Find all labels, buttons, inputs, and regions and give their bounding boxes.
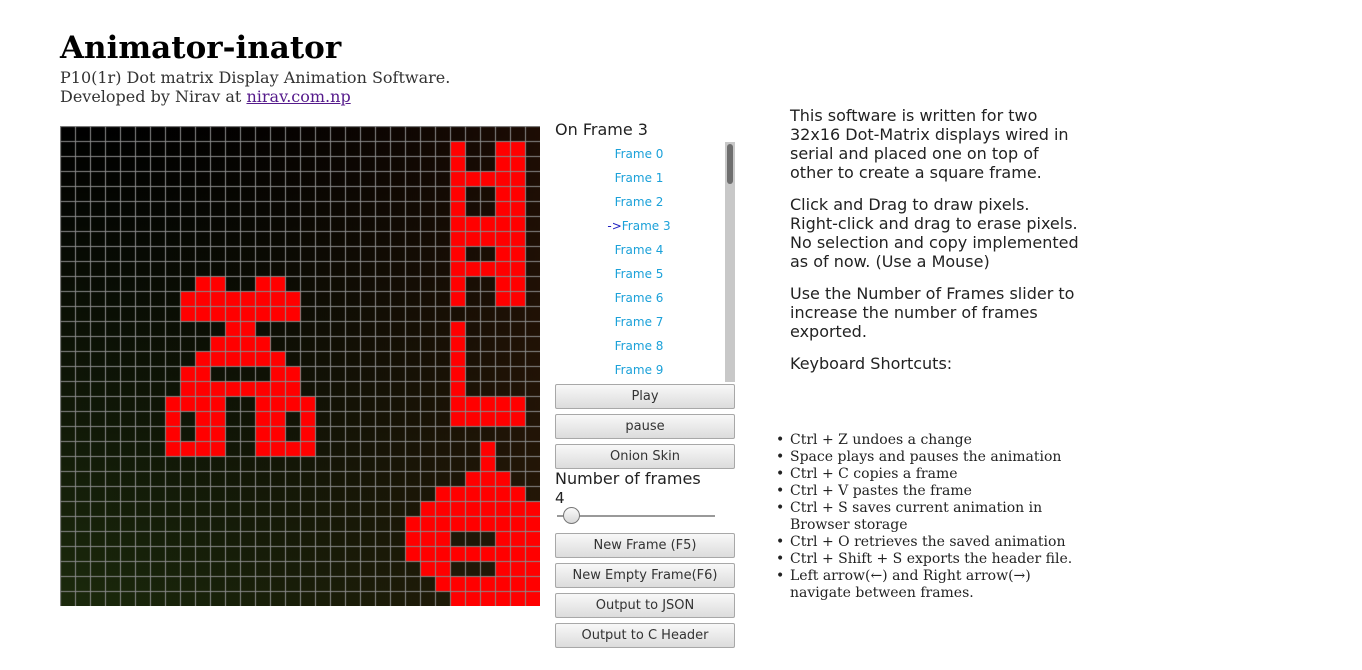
developer-link[interactable]: nirav.com.np bbox=[246, 87, 350, 106]
number-of-frames-slider[interactable] bbox=[557, 507, 717, 527]
new-empty-frame-button[interactable]: New Empty Frame(F6) bbox=[555, 563, 735, 588]
frame-list-item[interactable]: Frame 7 bbox=[555, 310, 723, 334]
frame-label: Frame 5 bbox=[614, 267, 664, 281]
dot-matrix-canvas[interactable] bbox=[60, 126, 540, 606]
shortcut-item: Ctrl + Shift + S exports the header file… bbox=[776, 551, 1086, 568]
frame-list-item[interactable]: Frame 5 bbox=[555, 262, 723, 286]
shortcuts-heading: Keyboard Shortcuts: bbox=[790, 354, 953, 373]
slider-track[interactable] bbox=[557, 515, 715, 517]
frame-list-scrollbar[interactable] bbox=[725, 142, 735, 382]
page-subtitle: P10(1r) Dot matrix Display Animation Sof… bbox=[60, 68, 451, 87]
frame-label: Frame 6 bbox=[614, 291, 664, 305]
number-of-frames-label: Number of frames bbox=[555, 469, 701, 488]
frame-list-container: Frame 0 Frame 1 Frame 2 ->Frame 3 Frame 4 Fra… bbox=[555, 142, 737, 382]
scrollbar-thumb[interactable] bbox=[727, 144, 733, 184]
output-json-button[interactable]: Output to JSON bbox=[555, 593, 735, 618]
slider-thumb[interactable] bbox=[563, 507, 580, 524]
info-slider-help: Use the Number of Frames slider to incre… bbox=[790, 284, 1075, 341]
shortcut-item: Ctrl + V pastes the frame bbox=[776, 483, 1086, 500]
page-title: Animator-inator bbox=[60, 30, 342, 66]
new-frame-button[interactable]: New Frame (F5) bbox=[555, 533, 735, 558]
current-frame-marker: -> bbox=[607, 219, 622, 233]
info-description: This software is written for two 32x16 D… bbox=[790, 106, 1069, 182]
output-c-header-button[interactable]: Output to C Header bbox=[555, 623, 735, 648]
frame-list-item[interactable]: Frame 6 bbox=[555, 286, 723, 310]
current-frame-status: On Frame 3 bbox=[555, 120, 648, 139]
pixel-canvas-area[interactable] bbox=[60, 126, 540, 606]
frame-list-item[interactable]: Frame 8 bbox=[555, 334, 723, 358]
frame-list-item[interactable]: Frame 4 bbox=[555, 238, 723, 262]
frame-list-item[interactable]: ->Frame 3 bbox=[555, 214, 723, 238]
onion-skin-button[interactable]: Onion Skin bbox=[555, 444, 735, 469]
info-panel: This software is written for two 32x16 D… bbox=[776, 106, 1080, 601]
pause-button[interactable]: pause bbox=[555, 414, 735, 439]
shortcut-item: Ctrl + S saves current animation in Brow… bbox=[776, 500, 1086, 534]
number-of-frames-value: 4 bbox=[555, 489, 565, 507]
frame-label: Frame 4 bbox=[614, 243, 664, 257]
shortcut-list: Ctrl + Z undoes a changeSpace plays and … bbox=[776, 432, 1086, 602]
frame-label: Frame 0 bbox=[614, 147, 664, 161]
frame-label: Frame 1 bbox=[614, 171, 664, 185]
play-button[interactable]: Play bbox=[555, 384, 735, 409]
shortcut-item: Left arrow(←) and Right arrow(→) navigat… bbox=[776, 568, 1086, 602]
frame-label: Frame 2 bbox=[614, 195, 664, 209]
frame-list-item[interactable]: Frame 2 bbox=[555, 190, 723, 214]
frame-label: Frame 3 bbox=[621, 219, 671, 233]
developer-credit: Developed by Nirav at nirav.com.np bbox=[60, 87, 450, 106]
frame-label: Frame 9 bbox=[614, 363, 664, 377]
shortcut-item: Ctrl + O retrieves the saved animation bbox=[776, 534, 1086, 551]
shortcut-item: Ctrl + Z undoes a change bbox=[776, 432, 1086, 449]
frame-label: Frame 7 bbox=[614, 315, 664, 329]
info-drawing-help: Click and Drag to draw pixels. Right-cli… bbox=[790, 195, 1079, 271]
shortcut-item: Ctrl + C copies a frame bbox=[776, 466, 1086, 483]
frame-list-item[interactable]: Frame 9 bbox=[555, 358, 723, 382]
page-header: Animator-inator P10(1r) Dot matrix Displ… bbox=[60, 28, 450, 106]
frames-panel: On Frame 3 Frame 0 Frame 1 Frame 2 ->Frame … bbox=[555, 120, 737, 382]
frame-list-item[interactable]: Frame 1 bbox=[555, 166, 723, 190]
developer-prefix: Developed by Nirav at bbox=[60, 87, 247, 106]
shortcut-item: Space plays and pauses the animation bbox=[776, 449, 1086, 466]
frame-list: Frame 0 Frame 1 Frame 2 ->Frame 3 Frame 4 Fra… bbox=[555, 142, 723, 382]
frame-list-item[interactable]: Frame 0 bbox=[555, 142, 723, 166]
frame-label: Frame 8 bbox=[614, 339, 664, 353]
